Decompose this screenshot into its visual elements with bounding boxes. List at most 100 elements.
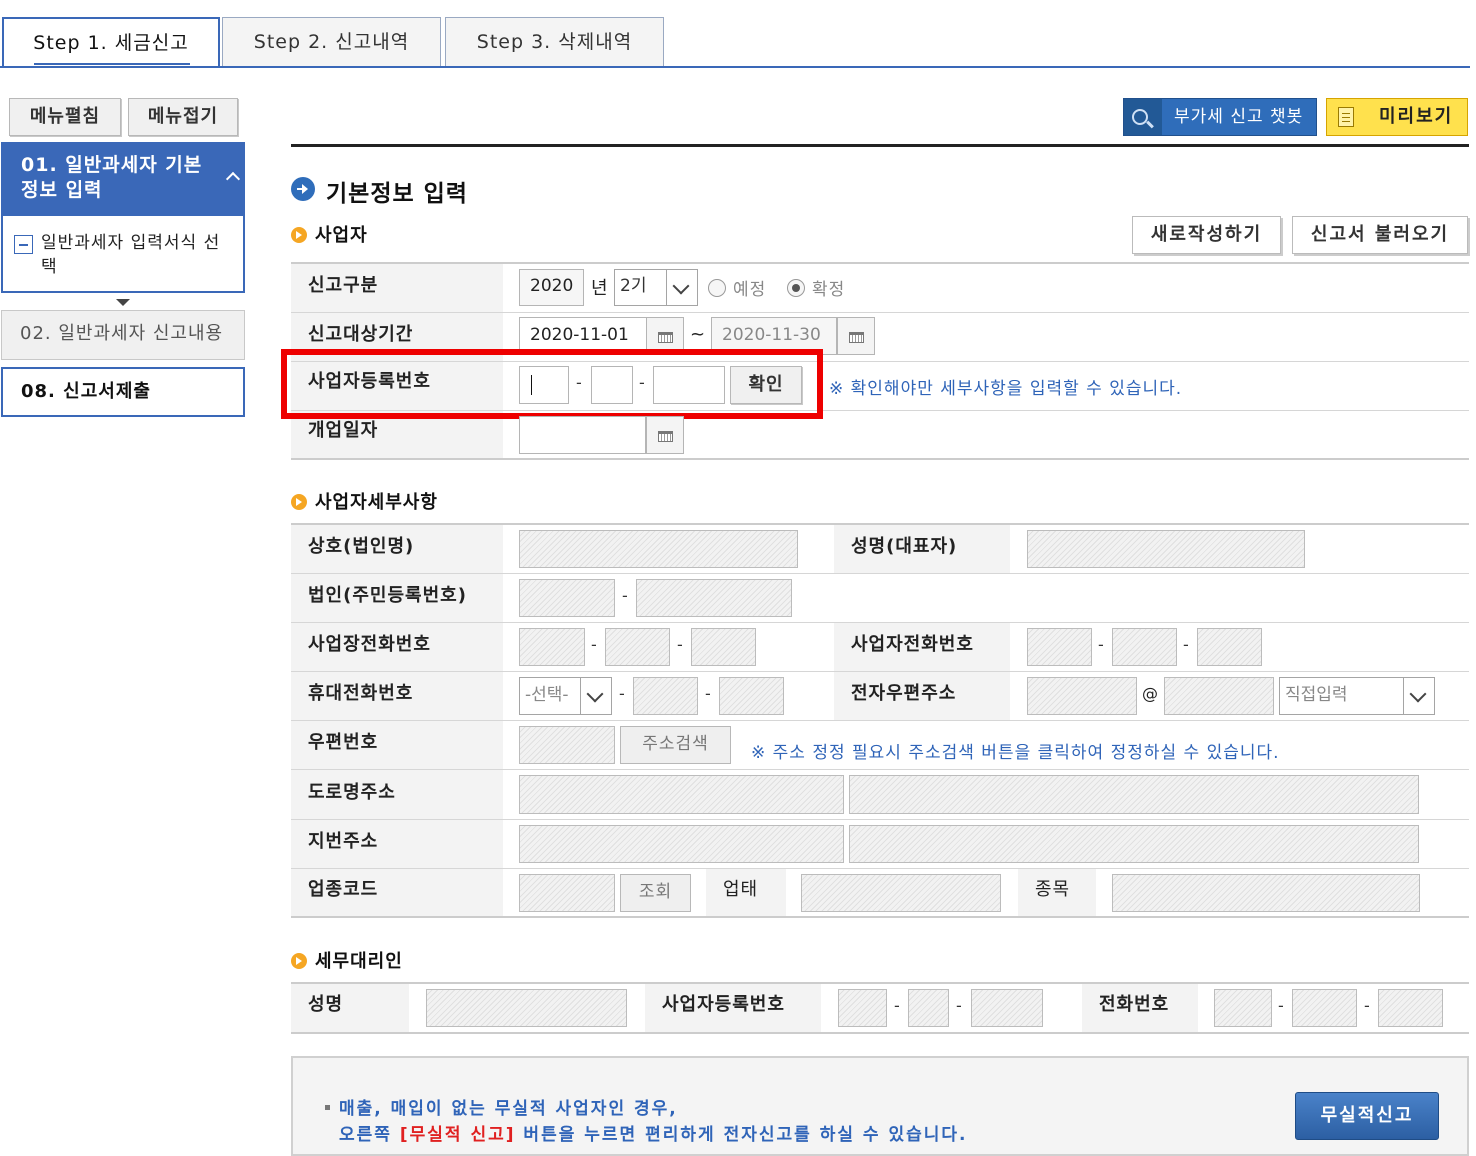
dash: - [956, 996, 962, 1015]
open-date-input[interactable] [519, 416, 646, 454]
owner-phone-part2-input[interactable] [1112, 628, 1177, 666]
calendar-icon[interactable] [837, 317, 875, 355]
sidebar-step2[interactable]: 02. 일반과세자 신고내용 [1, 310, 245, 360]
no-sales-report-button[interactable]: 무실적신고 [1295, 1092, 1439, 1140]
business-item-input[interactable] [1112, 874, 1420, 912]
down-arrow-icon [116, 299, 130, 306]
agent-brn-part3-input[interactable] [971, 989, 1043, 1027]
business-type-input[interactable] [801, 874, 1001, 912]
zip-input[interactable] [519, 726, 615, 764]
mobile-prefix-select[interactable]: -선택- [519, 677, 612, 715]
dash: - [1183, 635, 1189, 654]
bullet [325, 1105, 330, 1110]
dash: - [1098, 635, 1104, 654]
address-note: ※ 주소 정정 필요시 주소검색 버튼을 클릭하여 정정하실 수 있습니다. [751, 743, 1280, 763]
tab-step3[interactable]: Step 3. 삭제내역 [445, 17, 664, 68]
lookup-button[interactable]: 조회 [620, 874, 691, 912]
calendar-icon[interactable] [646, 416, 684, 454]
dash: - [622, 586, 628, 605]
email-domain-select[interactable]: 직접입력 [1279, 677, 1435, 715]
tab-step2[interactable]: Step 2. 신고내역 [222, 17, 441, 68]
dash: - [619, 684, 625, 703]
business-item-label: 종목 [1018, 869, 1096, 917]
content-top-rule [291, 144, 1469, 147]
radio-expected-label: 예정 [733, 280, 767, 300]
sidebar-step1-subitem[interactable]: 일반과세자 입력서식 선택 [41, 231, 226, 279]
biz-phone-part1-input[interactable] [519, 628, 585, 666]
report-type-label: 신고구분 [291, 264, 503, 312]
notice-line1: 매출, 매입이 없는 무실적 사업자인 경우, [339, 1099, 678, 1119]
chatbot-button[interactable]: 부가세 신고 챗봇 [1123, 98, 1317, 136]
load-form-button[interactable]: 신고서 불러오기 [1292, 216, 1468, 254]
road-address-input[interactable] [519, 775, 844, 814]
biz-phone-part3-input[interactable] [691, 628, 756, 666]
agent-name-input[interactable] [426, 989, 627, 1027]
radio-confirmed-label: 확정 [812, 280, 846, 300]
dash: - [894, 996, 900, 1015]
year-input[interactable]: 2020 [519, 269, 584, 306]
minus-box-icon[interactable] [14, 235, 33, 254]
agent-name-label: 성명 [291, 984, 409, 1032]
business-type-label: 업태 [706, 869, 786, 917]
owner-phone-part1-input[interactable] [1027, 628, 1092, 666]
year-unit: 년 [591, 278, 609, 299]
collapse-menu-button[interactable]: 메뉴접기 [128, 98, 238, 136]
lot-address-detail-input[interactable] [849, 825, 1419, 863]
owner-phone-label: 사업자전화번호 [834, 623, 1010, 671]
mobile-part2-input[interactable] [633, 677, 698, 715]
new-form-button[interactable]: 새로작성하기 [1132, 216, 1281, 254]
arrow-circle-icon [291, 177, 315, 201]
section-agent-title: 세무대리인 [291, 947, 403, 973]
industry-code-label: 업종코드 [291, 869, 503, 917]
dash: - [1278, 996, 1284, 1015]
agent-brn-label: 사업자등록번호 [645, 984, 821, 1032]
road-address-detail-input[interactable] [849, 775, 1419, 814]
tab-underline [34, 63, 190, 65]
sidebar-step1[interactable]: 01. 일반과세자 기본정보 입력 일반과세자 입력서식 선택 [1, 142, 245, 293]
agent-phone-part2-input[interactable] [1292, 989, 1357, 1027]
notice-line2: 오른쪽 [무실적 신고] 버튼을 누르면 편리하게 전자신고를 하실 수 있습니… [339, 1125, 968, 1145]
email-at: @ [1142, 684, 1159, 703]
lot-address-label: 지번주소 [291, 820, 503, 868]
agent-phone-part3-input[interactable] [1378, 989, 1443, 1027]
bullet-arrow-icon [291, 494, 307, 510]
dash: - [677, 635, 683, 654]
zip-label: 우편번호 [291, 721, 503, 769]
bullet-arrow-icon [291, 227, 307, 243]
biz-phone-label: 사업장전화번호 [291, 623, 503, 671]
industry-code-input[interactable] [519, 874, 615, 912]
tab-step1[interactable]: Step 1. 세금신고 [2, 17, 220, 68]
highlight-box [281, 349, 823, 419]
sidebar-step3[interactable]: 08. 신고서제출 [1, 367, 245, 417]
agent-phone-label: 전화번호 [1082, 984, 1198, 1032]
radio-confirmed[interactable] [787, 279, 805, 297]
rep-label: 성명(대표자) [834, 525, 1010, 573]
preview-button[interactable]: 미리보기 [1326, 98, 1468, 136]
corp-id-label: 법인(주민등록번호) [291, 574, 503, 622]
mobile-label: 휴대전화번호 [291, 672, 503, 720]
radio-expected[interactable] [708, 279, 726, 297]
page-title: 기본정보 입력 [326, 181, 468, 207]
lot-address-input[interactable] [519, 825, 844, 863]
owner-phone-part3-input[interactable] [1197, 628, 1262, 666]
rep-input[interactable] [1027, 530, 1305, 568]
agent-brn-part1-input[interactable] [838, 989, 887, 1027]
address-search-button[interactable]: 주소검색 [620, 726, 731, 764]
corp-id-part1-input[interactable] [519, 579, 615, 617]
email-id-input[interactable] [1027, 677, 1137, 715]
no-sales-notice: 매출, 매입이 없는 무실적 사업자인 경우, 오른쪽 [무실적 신고] 버튼을… [291, 1056, 1469, 1156]
agent-phone-part1-input[interactable] [1214, 989, 1272, 1027]
biz-phone-part2-input[interactable] [605, 628, 670, 666]
road-address-label: 도로명주소 [291, 770, 503, 819]
mobile-part3-input[interactable] [719, 677, 784, 715]
chatbot-icon [1124, 99, 1162, 135]
bullet-arrow-icon [291, 953, 307, 969]
agent-brn-part2-input[interactable] [908, 989, 949, 1027]
document-icon [1338, 107, 1354, 127]
email-domain-input[interactable] [1164, 677, 1274, 715]
brn-note: ※ 확인해야만 세부사항을 입력할 수 있습니다. [829, 379, 1183, 399]
company-input[interactable] [519, 530, 798, 568]
expand-menu-button[interactable]: 메뉴펼침 [9, 98, 121, 136]
corp-id-part2-input[interactable] [636, 579, 792, 617]
period-select[interactable]: 2기 [614, 269, 698, 306]
